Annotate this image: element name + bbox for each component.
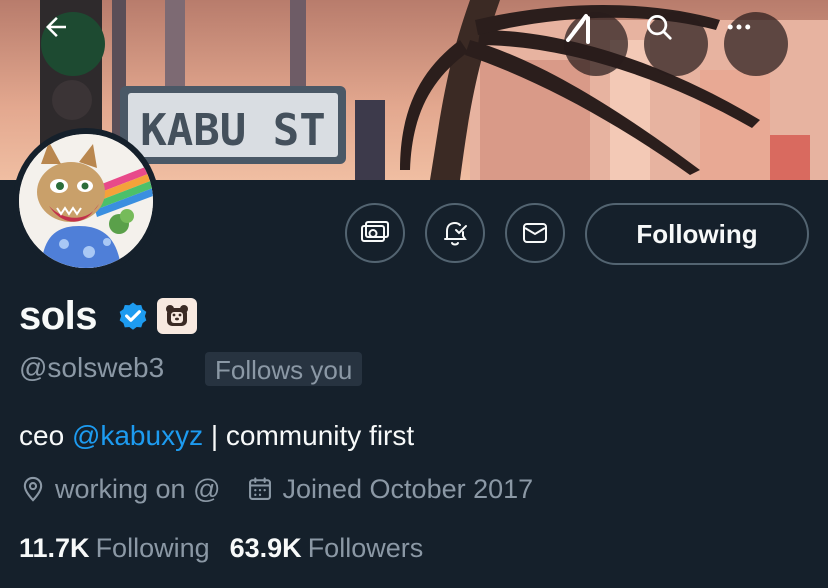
avatar-image	[19, 134, 153, 268]
search-button[interactable]	[644, 12, 708, 76]
bio-prefix: ceo	[19, 420, 72, 451]
envelope-icon	[523, 223, 547, 243]
back-button[interactable]	[41, 12, 105, 76]
verified-badge-icon[interactable]	[116, 299, 150, 338]
followers-label: Followers	[307, 533, 424, 563]
followers-count-link[interactable]: 63.9K Followers	[230, 531, 424, 565]
bell-check-icon	[444, 221, 467, 246]
avatar[interactable]	[13, 128, 159, 274]
search-icon	[647, 15, 672, 40]
profile-meta: working on @ Joined October 2017	[19, 472, 533, 506]
follow-stats: 11.7K Following 63.9K Followers	[19, 531, 423, 565]
joined-date-text: Joined October 2017	[282, 474, 534, 504]
bio-mention-link[interactable]: @kabuxyz	[72, 420, 203, 451]
street-sign-text: KABU ST	[140, 105, 325, 156]
bio: ceo @kabuxyz | community first	[19, 419, 414, 453]
tips-button[interactable]	[345, 203, 405, 263]
location-icon	[19, 475, 47, 503]
calendar-icon	[246, 475, 274, 503]
affiliate-badge[interactable]	[157, 298, 197, 334]
location-text: working on @	[55, 474, 221, 504]
following-label: Following	[95, 533, 210, 563]
more-button[interactable]	[724, 12, 788, 76]
money-icon	[361, 221, 389, 242]
handle: @solsweb3	[19, 352, 165, 383]
notifications-button[interactable]	[425, 203, 485, 263]
following-count-link[interactable]: 11.7K Following	[19, 531, 210, 565]
follows-you-badge: Follows you	[205, 352, 363, 386]
arrow-left-icon	[46, 17, 66, 37]
grok-icon	[566, 14, 590, 44]
followers-count: 63.9K	[229, 533, 302, 563]
message-button[interactable]	[505, 203, 565, 263]
bear-face-icon	[166, 305, 188, 326]
following-count: 11.7K	[19, 533, 90, 563]
grok-button[interactable]	[564, 12, 628, 76]
bio-suffix: | community first	[203, 420, 415, 451]
following-button[interactable]: Following	[585, 203, 809, 265]
more-icon	[727, 24, 751, 30]
display-name: sols	[19, 294, 98, 338]
